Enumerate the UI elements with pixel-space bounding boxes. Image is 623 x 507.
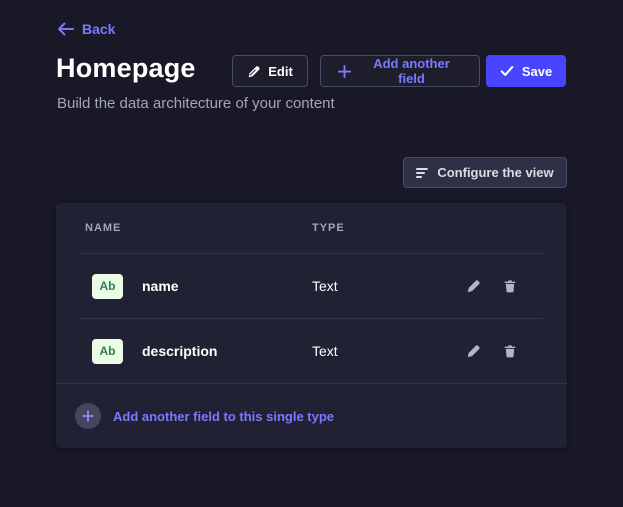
- configure-view-label: Configure the view: [437, 165, 553, 180]
- configure-view-button[interactable]: Configure the view: [403, 157, 567, 188]
- add-field-row-label: Add another field to this single type: [113, 409, 334, 424]
- field-type-badge: Ab: [92, 274, 123, 299]
- field-type: Text: [312, 278, 338, 294]
- row-actions: [466, 279, 517, 293]
- save-button-label: Save: [522, 64, 552, 79]
- field-name: name: [142, 278, 179, 294]
- table-row-name: Ab name Text: [56, 254, 567, 318]
- edit-field-button[interactable]: [466, 344, 480, 358]
- edit-field-button[interactable]: [466, 279, 480, 293]
- trash-icon: [503, 344, 517, 358]
- pencil-icon: [466, 344, 480, 358]
- trash-icon: [503, 279, 517, 293]
- field-type: Text: [312, 343, 338, 359]
- edit-button[interactable]: Edit: [232, 55, 308, 87]
- page-subtitle: Build the data architecture of your cont…: [57, 95, 335, 112]
- pencil-icon: [247, 65, 260, 78]
- check-icon: [500, 65, 514, 77]
- add-another-field-button[interactable]: Add another field: [320, 55, 480, 87]
- field-type-badge: Ab: [92, 339, 123, 364]
- arrow-left-icon: [57, 22, 74, 36]
- edit-button-label: Edit: [268, 64, 293, 79]
- fields-table-card: NAME TYPE Ab name Text Ab description T: [56, 203, 567, 448]
- save-button[interactable]: Save: [486, 55, 566, 87]
- delete-field-button[interactable]: [503, 279, 517, 293]
- table-header: NAME TYPE: [56, 203, 567, 253]
- table-row-description: Ab description Text: [56, 319, 567, 383]
- plus-icon: [337, 64, 352, 79]
- delete-field-button[interactable]: [503, 344, 517, 358]
- field-name: description: [142, 343, 217, 359]
- add-another-field-label: Add another field: [360, 56, 463, 86]
- back-label: Back: [82, 21, 115, 37]
- column-header-name: NAME: [85, 203, 121, 253]
- back-link[interactable]: Back: [57, 21, 115, 37]
- list-lines-icon: [416, 168, 428, 178]
- pencil-icon: [466, 279, 480, 293]
- page-title: Homepage: [56, 53, 196, 84]
- row-actions: [466, 344, 517, 358]
- add-field-row[interactable]: Add another field to this single type: [56, 384, 567, 448]
- plus-circle-icon: [75, 403, 101, 429]
- column-header-type: TYPE: [312, 203, 345, 253]
